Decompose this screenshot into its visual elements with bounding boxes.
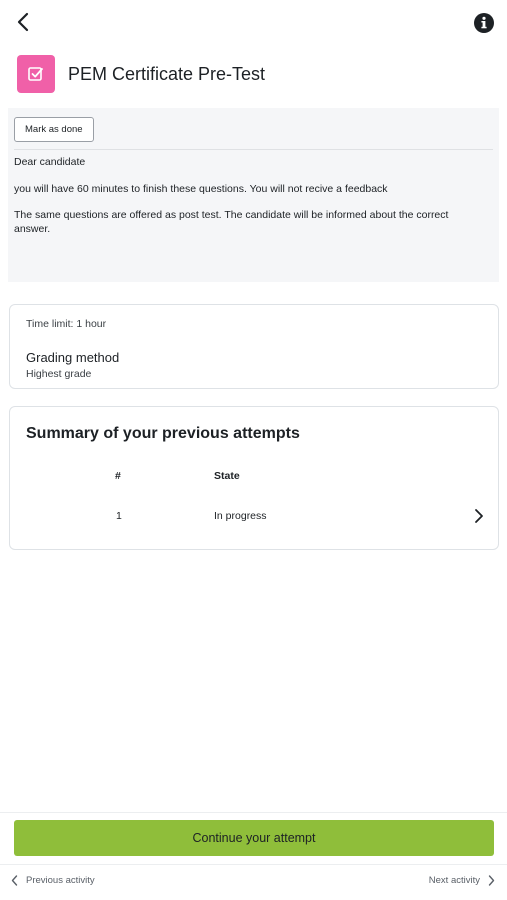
info-icon [474, 13, 494, 33]
attempt-number: 1 [116, 510, 122, 522]
back-arrow-icon [17, 12, 29, 32]
back-button[interactable] [12, 11, 34, 33]
time-limit: Time limit: 1 hour [26, 318, 107, 330]
intro-paragraph: Dear candidate [14, 156, 86, 168]
chevron-left-icon [11, 875, 18, 886]
grading-method-value: Highest grade [26, 368, 92, 380]
quiz-info-card: Time limit: 1 hour Grading method Highes… [9, 304, 499, 389]
intro-box: Mark as done Dear candidate you will hav… [8, 108, 499, 282]
intro-paragraph: The same questions are offered as post t… [14, 209, 449, 235]
chevron-right-icon [475, 509, 483, 523]
grading-method-label: Grading method [26, 350, 120, 365]
previous-activity-label: Previous activity [26, 875, 95, 886]
chevron-right-icon [488, 875, 495, 886]
intro-description: Dear candidate you will have 60 minutes … [14, 156, 479, 249]
previous-activity-link[interactable]: Previous activity [11, 875, 95, 886]
attempt-state: In progress [214, 510, 267, 522]
next-activity-link[interactable]: Next activity [429, 875, 495, 886]
top-bar [0, 0, 507, 46]
attempts-summary-card: Summary of your previous attempts # Stat… [9, 406, 499, 550]
column-header-number: # [115, 470, 121, 482]
activity-navigation: Previous activity Next activity [0, 864, 507, 900]
summary-title: Summary of your previous attempts [26, 425, 300, 442]
column-header-state: State [214, 470, 240, 482]
next-activity-label: Next activity [428, 875, 480, 886]
mark-as-done-button[interactable]: Mark as done [14, 117, 94, 142]
page-title: PEM Certificate Pre-Test [68, 63, 266, 84]
info-button[interactable] [474, 13, 494, 33]
continue-attempt-button[interactable]: Continue your attempt [14, 820, 494, 856]
attempt-row[interactable]: 1 In progress [10, 500, 498, 532]
activity-header: PEM Certificate Pre-Test [17, 55, 265, 93]
divider [14, 149, 493, 150]
divider [0, 812, 507, 813]
quiz-checkbox-icon [17, 55, 55, 93]
intro-paragraph: you will have 60 minutes to finish these… [14, 182, 388, 195]
